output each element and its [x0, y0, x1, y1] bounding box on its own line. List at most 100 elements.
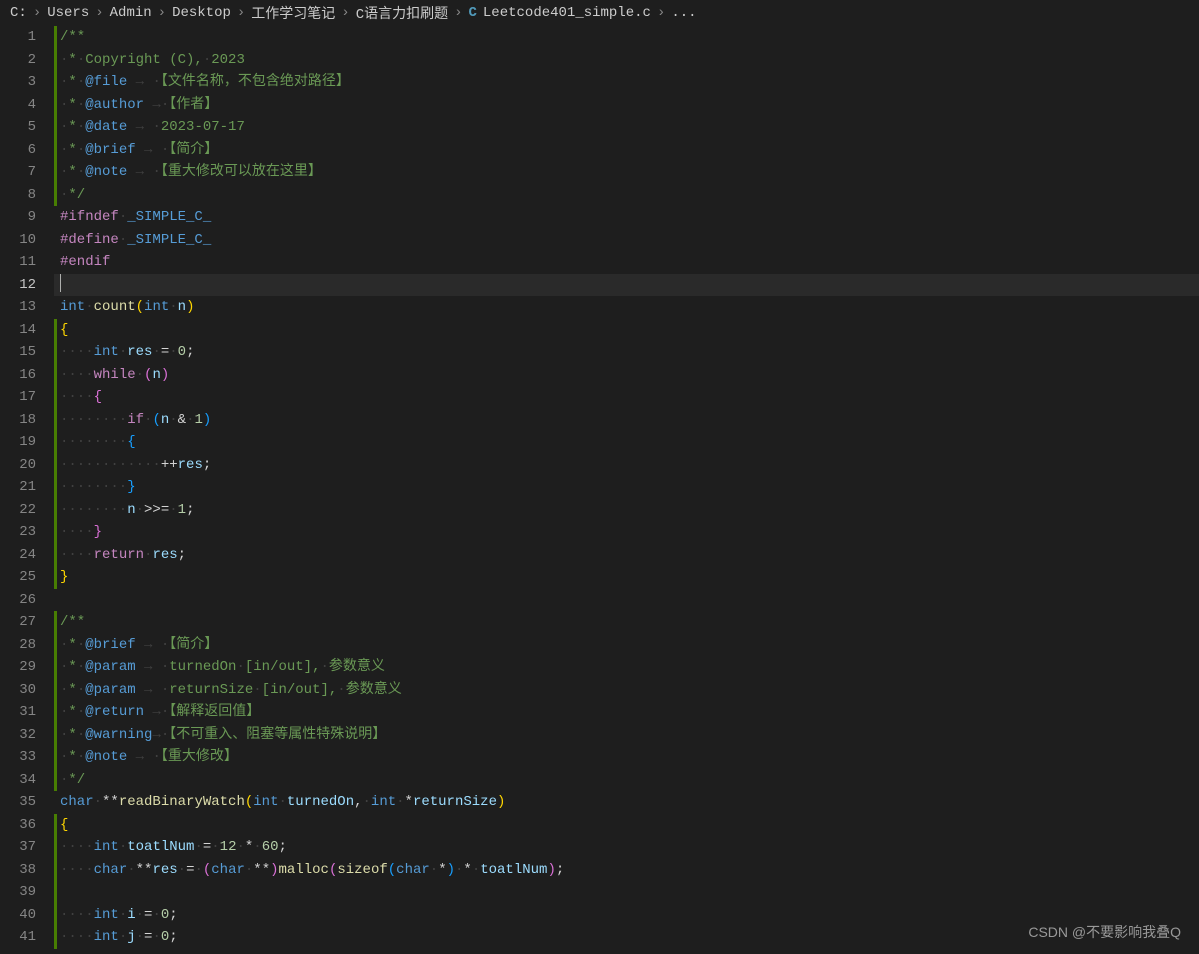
git-gutter-added: [54, 611, 57, 634]
code-line[interactable]: ·*/: [54, 769, 1199, 792]
code-line[interactable]: ····int·i·=·0;: [54, 904, 1199, 927]
code-line[interactable]: [54, 589, 1199, 612]
code-line[interactable]: char·**readBinaryWatch(int·turnedOn,·int…: [54, 791, 1199, 814]
chevron-right-icon: ›: [158, 5, 166, 21]
code-editor[interactable]: 1234567891011121314151617181920212223242…: [0, 26, 1199, 954]
code-line[interactable]: ·*·@author →·【作者】: [54, 94, 1199, 117]
code-line[interactable]: ·*/: [54, 184, 1199, 207]
code-line[interactable]: }: [54, 566, 1199, 589]
chevron-right-icon: ›: [237, 5, 245, 21]
code-line[interactable]: ····char·**res·=·(char·**)malloc(sizeof(…: [54, 859, 1199, 882]
code-line[interactable]: ·*·@note → ·【重大修改】: [54, 746, 1199, 769]
git-gutter-added: [54, 634, 57, 657]
code-line[interactable]: ·*·@warning→·【不可重入、阻塞等属性特殊说明】: [54, 724, 1199, 747]
line-number: 39: [0, 881, 36, 904]
git-gutter-added: [54, 566, 57, 589]
code-line[interactable]: ········n·>>=·1;: [54, 499, 1199, 522]
code-line[interactable]: ········if·(n·&·1): [54, 409, 1199, 432]
chevron-right-icon: ›: [657, 5, 665, 21]
line-number: 41: [0, 926, 36, 949]
code-line[interactable]: ····int·j·=·0;: [54, 926, 1199, 949]
git-gutter-added: [54, 139, 57, 162]
git-gutter-added: [54, 701, 57, 724]
line-number: 24: [0, 544, 36, 567]
line-number: 28: [0, 634, 36, 657]
breadcrumb[interactable]: C: › Users › Admin › Desktop › 工作学习笔记 › …: [0, 0, 1199, 26]
line-number: 20: [0, 454, 36, 477]
git-gutter-added: [54, 364, 57, 387]
line-number: 6: [0, 139, 36, 162]
code-line[interactable]: ·*·@param → ·turnedOn·[in/out],·参数意义: [54, 656, 1199, 679]
code-line[interactable]: int·count(int·n): [54, 296, 1199, 319]
code-line[interactable]: [54, 274, 1199, 297]
code-line[interactable]: ············++res;: [54, 454, 1199, 477]
code-line[interactable]: ········}: [54, 476, 1199, 499]
git-gutter-added: [54, 544, 57, 567]
code-line[interactable]: ····{: [54, 386, 1199, 409]
line-number: 12: [0, 274, 36, 297]
code-line[interactable]: ·*·@brief → ·【简介】: [54, 139, 1199, 162]
line-number: 2: [0, 49, 36, 72]
code-line[interactable]: ·*·@date → ·2023-07-17: [54, 116, 1199, 139]
code-line[interactable]: ·*·@file → ·【文件名称，不包含绝对路径】: [54, 71, 1199, 94]
crumb-users[interactable]: Users: [47, 5, 89, 21]
line-number: 23: [0, 521, 36, 544]
crumb-root[interactable]: C:: [10, 5, 27, 21]
line-number: 3: [0, 71, 36, 94]
crumb-filename[interactable]: Leetcode401_simple.c: [483, 5, 651, 21]
code-line[interactable]: /**: [54, 26, 1199, 49]
code-line[interactable]: ·*·@return →·【解释返回值】: [54, 701, 1199, 724]
code-content[interactable]: /**·*·Copyright (C),·2023·*·@file → ·【文件…: [54, 26, 1199, 954]
code-line[interactable]: #endif: [54, 251, 1199, 274]
git-gutter-added: [54, 319, 57, 342]
chevron-right-icon: ›: [33, 5, 41, 21]
code-line[interactable]: ·*·@brief → ·【简介】: [54, 634, 1199, 657]
chevron-right-icon: ›: [95, 5, 103, 21]
git-gutter-added: [54, 49, 57, 72]
git-gutter-added: [54, 454, 57, 477]
line-number: 11: [0, 251, 36, 274]
crumb-folder-leetcode[interactable]: C语言力扣刷题: [356, 3, 448, 23]
code-line[interactable]: #define·_SIMPLE_C_: [54, 229, 1199, 252]
code-line[interactable]: [54, 881, 1199, 904]
line-number: 40: [0, 904, 36, 927]
git-gutter-added: [54, 71, 57, 94]
crumb-desktop[interactable]: Desktop: [172, 5, 231, 21]
code-line[interactable]: {: [54, 814, 1199, 837]
code-line[interactable]: ····while·(n): [54, 364, 1199, 387]
crumb-folder-notes[interactable]: 工作学习笔记: [251, 3, 335, 23]
line-number: 26: [0, 589, 36, 612]
git-gutter-added: [54, 431, 57, 454]
git-gutter-added: [54, 746, 57, 769]
code-line[interactable]: ····int·res·=·0;: [54, 341, 1199, 364]
line-number: 37: [0, 836, 36, 859]
code-line[interactable]: ····}: [54, 521, 1199, 544]
code-line[interactable]: ········{: [54, 431, 1199, 454]
c-file-icon: C: [469, 5, 477, 21]
code-line[interactable]: ·*·@note → ·【重大修改可以放在这里】: [54, 161, 1199, 184]
code-line[interactable]: ·*·@param → ·returnSize·[in/out],·参数意义: [54, 679, 1199, 702]
git-gutter-added: [54, 881, 57, 904]
line-number: 33: [0, 746, 36, 769]
crumb-admin[interactable]: Admin: [110, 5, 152, 21]
code-line[interactable]: {: [54, 319, 1199, 342]
git-gutter-added: [54, 679, 57, 702]
line-number: 17: [0, 386, 36, 409]
git-gutter-added: [54, 161, 57, 184]
code-line[interactable]: ·*·Copyright (C),·2023: [54, 49, 1199, 72]
chevron-right-icon: ›: [341, 5, 349, 21]
code-line[interactable]: ····return·res;: [54, 544, 1199, 567]
line-number: 1: [0, 26, 36, 49]
line-number: 4: [0, 94, 36, 117]
line-number: 35: [0, 791, 36, 814]
line-number: 15: [0, 341, 36, 364]
crumb-more[interactable]: ...: [671, 5, 696, 21]
line-number: 5: [0, 116, 36, 139]
code-line[interactable]: ····int·toatlNum·=·12·*·60;: [54, 836, 1199, 859]
git-gutter-added: [54, 476, 57, 499]
code-line[interactable]: #ifndef·_SIMPLE_C_: [54, 206, 1199, 229]
line-number: 7: [0, 161, 36, 184]
line-number: 10: [0, 229, 36, 252]
line-number: 14: [0, 319, 36, 342]
code-line[interactable]: /**: [54, 611, 1199, 634]
